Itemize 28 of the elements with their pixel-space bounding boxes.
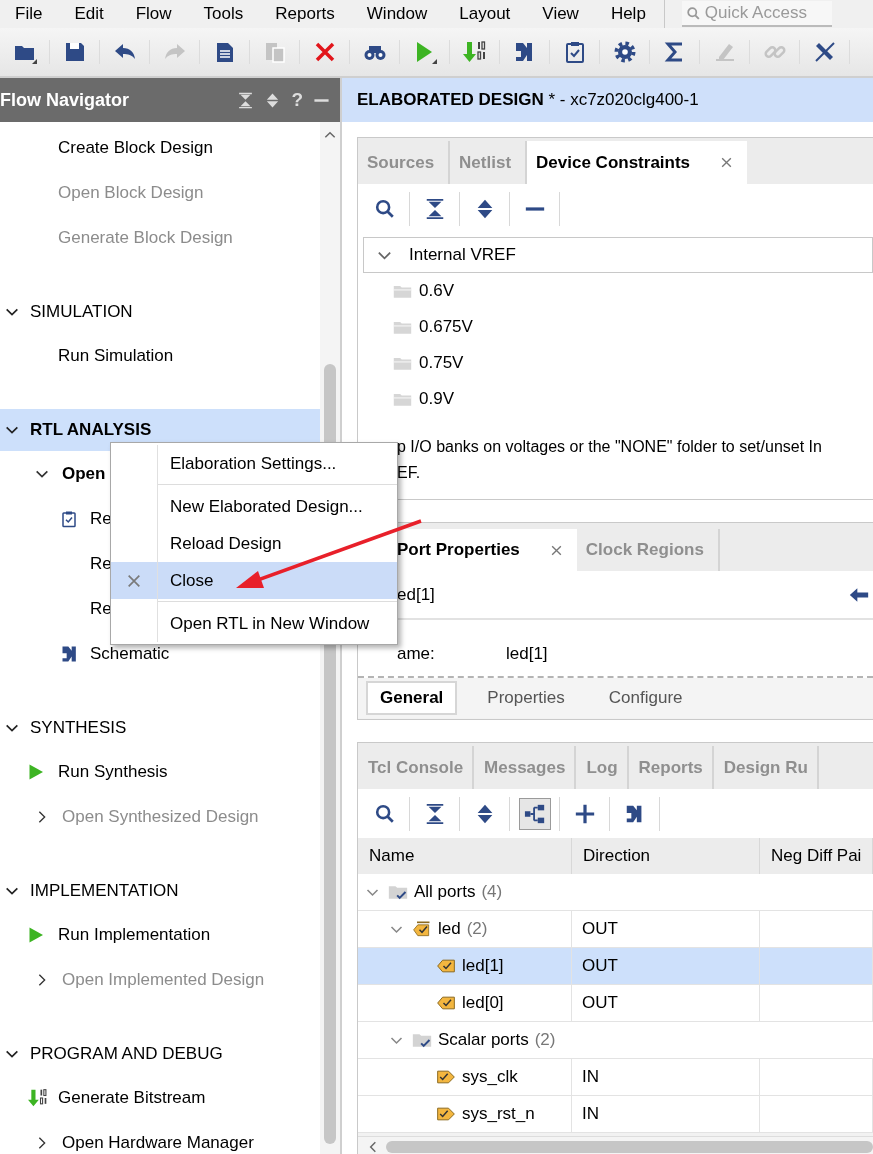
design-title: ELABORATED DESIGN* - xc7z020clg400-1: [357, 90, 699, 110]
table-cell: IN: [572, 1059, 760, 1095]
port-name: All ports: [414, 882, 476, 902]
hint-text: p I/O banks on voltages or the "NONE" folder to set/unset In: [397, 437, 822, 457]
section-title: PROGRAM AND DEBUG: [30, 1044, 223, 1064]
section-title: IMPLEMENTATION: [30, 881, 179, 901]
table-cell: OUT: [572, 985, 760, 1021]
port-name: sys_rst_n: [462, 1104, 535, 1124]
section-title: RTL ANALYSIS: [30, 420, 152, 440]
port-name: led[0]: [462, 993, 504, 1013]
port-name: Scalar ports: [438, 1030, 529, 1050]
section-title: SIMULATION: [30, 302, 133, 322]
port-count: (2): [534, 1030, 556, 1050]
field-value: led[1]: [506, 644, 548, 664]
tree-label: Internal VREF: [409, 245, 516, 265]
port-name: led[1]: [462, 956, 504, 976]
table-cell: IN: [572, 1096, 760, 1132]
table-cell: OUT: [572, 948, 760, 984]
port-count: (2): [466, 919, 488, 939]
port-count: (4): [481, 882, 503, 902]
section-title: SYNTHESIS: [30, 718, 127, 738]
field-label: ame:: [397, 644, 436, 664]
hint-text: EF.: [397, 463, 421, 483]
port-name: sys_clk: [462, 1067, 518, 1087]
table-cell: OUT: [572, 911, 760, 947]
object-name: ed[1]: [397, 584, 435, 605]
port-name: led: [438, 919, 461, 939]
panel-title: Flow Navigator: [0, 89, 129, 111]
